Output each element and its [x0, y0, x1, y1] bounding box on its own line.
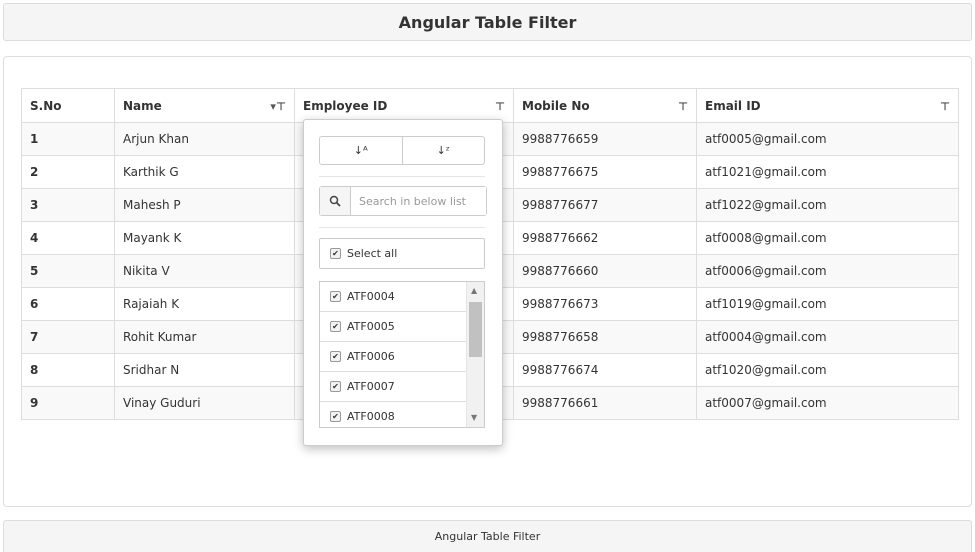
checkbox-icon[interactable]: ✔ — [330, 248, 341, 259]
table-header-row: S.No Name ▾⊤ Employee ID ⊤ Mobile No ⊤ E… — [21, 88, 959, 123]
list-scrollbar[interactable]: ▲ ▼ — [466, 282, 484, 427]
search-icon — [320, 187, 351, 215]
sort-ascending-icon: ↓ᴬ — [353, 144, 368, 157]
cell-email: atf1022@gmail.com — [696, 188, 959, 222]
app-header: Angular Table Filter — [3, 3, 972, 41]
sort-descending-button[interactable]: ↓ᶻ — [402, 136, 485, 165]
scroll-up-icon[interactable]: ▲ — [471, 286, 477, 295]
filter-option[interactable]: ✔ ATF0007 — [320, 372, 467, 402]
filter-option-label: ATF0005 — [347, 320, 395, 333]
page-title: Angular Table Filter — [398, 12, 577, 32]
checkbox-icon[interactable]: ✔ — [330, 381, 341, 392]
filter-option-label: ATF0007 — [347, 380, 395, 393]
cell-name: Arjun Khan — [114, 122, 295, 156]
filter-option[interactable]: ✔ ATF0004 — [320, 282, 467, 312]
cell-mobile: 9988776662 — [513, 221, 697, 255]
cell-email: atf0008@gmail.com — [696, 221, 959, 255]
sort-button-group: ↓ᴬ ↓ᶻ — [319, 136, 485, 165]
cell-email: atf1020@gmail.com — [696, 353, 959, 387]
filter-option-label: ATF0006 — [347, 350, 395, 363]
cell-sno: 2 — [21, 155, 115, 189]
filter-items: ✔ ATF0004 ✔ ATF0005 ✔ ATF0006 ✔ ATF0007 ✔ ATF0008 — [320, 282, 467, 427]
app-footer: Angular Table Filter — [3, 520, 972, 552]
checkbox-icon[interactable]: ✔ — [330, 321, 341, 332]
scroll-thumb[interactable] — [469, 302, 482, 357]
cell-sno: 4 — [21, 221, 115, 255]
column-header-employee-id[interactable]: Employee ID ⊤ — [294, 88, 514, 123]
cell-email: atf1019@gmail.com — [696, 287, 959, 321]
divider — [319, 227, 485, 228]
column-header-name[interactable]: Name ▾⊤ — [114, 88, 295, 123]
cell-name: Mahesh P — [114, 188, 295, 222]
checkbox-icon[interactable]: ✔ — [330, 291, 341, 302]
checkbox-icon[interactable]: ✔ — [330, 411, 341, 422]
cell-name: Vinay Guduri — [114, 386, 295, 420]
cell-mobile: 9988776658 — [513, 320, 697, 354]
cell-name: Sridhar N — [114, 353, 295, 387]
cell-sno: 5 — [21, 254, 115, 288]
cell-sno: 9 — [21, 386, 115, 420]
cell-sno: 7 — [21, 320, 115, 354]
cell-mobile: 9988776674 — [513, 353, 697, 387]
filter-search — [319, 186, 487, 216]
sort-filter-icon[interactable]: ▾⊤ — [270, 100, 286, 113]
filter-value-list: ✔ ATF0004 ✔ ATF0005 ✔ ATF0006 ✔ ATF0007 ✔ ATF0008… — [319, 281, 485, 428]
cell-email: atf0004@gmail.com — [696, 320, 959, 354]
employee-id-filter-dropdown: ↓ᴬ ↓ᶻ ✔ Select all ✔ ATF0004 ✔ ATF0005 ✔ ATF0… — [303, 119, 503, 446]
column-header-sno: S.No — [21, 88, 115, 123]
filter-option-label: ATF0008 — [347, 410, 395, 423]
cell-mobile: 9988776673 — [513, 287, 697, 321]
column-header-mobile[interactable]: Mobile No ⊤ — [513, 88, 697, 123]
divider — [319, 176, 485, 177]
cell-name: Nikita V — [114, 254, 295, 288]
cell-email: atf0006@gmail.com — [696, 254, 959, 288]
cell-mobile: 9988776661 — [513, 386, 697, 420]
cell-email: atf0007@gmail.com — [696, 386, 959, 420]
cell-sno: 6 — [21, 287, 115, 321]
cell-email: atf1021@gmail.com — [696, 155, 959, 189]
filter-icon[interactable]: ⊤ — [940, 100, 950, 113]
sort-ascending-button[interactable]: ↓ᴬ — [319, 136, 403, 165]
cell-name: Karthik G — [114, 155, 295, 189]
filter-option[interactable]: ✔ ATF0008 — [320, 402, 467, 427]
cell-mobile: 9988776659 — [513, 122, 697, 156]
cell-mobile: 9988776677 — [513, 188, 697, 222]
filter-option-label: ATF0004 — [347, 290, 395, 303]
cell-email: atf0005@gmail.com — [696, 122, 959, 156]
sort-descending-icon: ↓ᶻ — [436, 144, 450, 157]
cell-sno: 1 — [21, 122, 115, 156]
select-all-option[interactable]: ✔ Select all — [319, 238, 485, 269]
cell-mobile: 9988776660 — [513, 254, 697, 288]
cell-name: Rajaiah K — [114, 287, 295, 321]
filter-search-input[interactable] — [351, 187, 486, 215]
cell-sno: 3 — [21, 188, 115, 222]
cell-name: Mayank K — [114, 221, 295, 255]
filter-icon[interactable]: ⊤ — [495, 100, 505, 113]
scroll-down-icon[interactable]: ▼ — [471, 413, 477, 422]
cell-mobile: 9988776675 — [513, 155, 697, 189]
cell-sno: 8 — [21, 353, 115, 387]
filter-icon[interactable]: ⊤ — [678, 100, 688, 113]
cell-name: Rohit Kumar — [114, 320, 295, 354]
filter-option[interactable]: ✔ ATF0006 — [320, 342, 467, 372]
select-all-label: Select all — [347, 247, 398, 260]
column-header-email[interactable]: Email ID ⊤ — [696, 88, 959, 123]
checkbox-icon[interactable]: ✔ — [330, 351, 341, 362]
filter-option[interactable]: ✔ ATF0005 — [320, 312, 467, 342]
footer-text: Angular Table Filter — [434, 530, 541, 543]
